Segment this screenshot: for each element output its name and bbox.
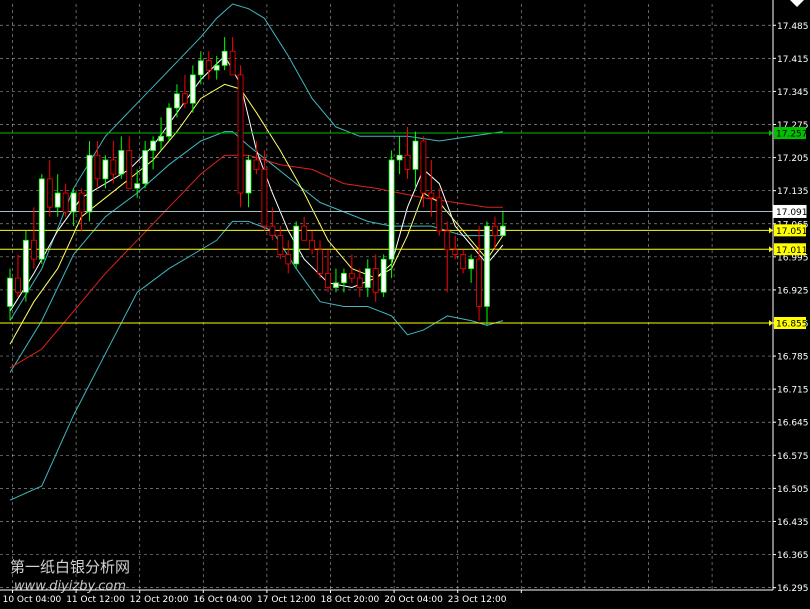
candle-body[interactable] (301, 225, 308, 241)
candle-body[interactable] (468, 258, 475, 270)
y-tick-label: 16.645 (777, 419, 809, 429)
candle-body[interactable] (54, 192, 61, 208)
candle-body[interactable] (333, 282, 339, 288)
candle-body[interactable] (15, 277, 21, 293)
candle-body[interactable] (70, 192, 77, 213)
candle-body[interactable] (325, 272, 331, 288)
candle-body[interactable] (205, 60, 212, 71)
y-tick-label: 16.505 (777, 485, 809, 495)
candle-body[interactable] (237, 74, 244, 194)
candle-body[interactable] (380, 258, 387, 293)
candle-body[interactable] (126, 150, 133, 189)
candle-body[interactable] (356, 277, 363, 288)
y-tick-label: 17.415 (777, 55, 809, 65)
watermark-url: www.diyizby.com (14, 579, 126, 594)
candle-body[interactable] (150, 140, 157, 151)
y-tick-label: 17.345 (777, 88, 809, 98)
y-tick-label: 16.365 (777, 551, 809, 561)
y-tick-label: 16.575 (777, 452, 809, 462)
candle-body[interactable] (110, 159, 117, 175)
candle-body[interactable] (86, 154, 93, 213)
candle-body[interactable] (94, 154, 101, 180)
x-tick-label: 18 Oct 20:00 (321, 595, 380, 605)
y-tick-label: 16.295 (777, 584, 809, 594)
watermark-title: 第一纸白银分析网 (10, 558, 130, 576)
candle-body[interactable] (269, 225, 276, 236)
candle-body[interactable] (492, 225, 498, 236)
candle-body[interactable] (476, 258, 482, 307)
y-tick-label: 17.485 (777, 22, 809, 32)
price-chart[interactable]: 17.48517.41517.34517.27517.20517.13517.0… (0, 0, 810, 609)
candle-body[interactable] (189, 74, 196, 104)
candle-body[interactable] (221, 50, 228, 66)
candle-body[interactable] (428, 192, 435, 199)
candle-body[interactable] (22, 239, 29, 293)
candle-body[interactable] (420, 140, 427, 194)
x-tick-label: 11 Oct 12:00 (66, 595, 125, 605)
candle-body[interactable] (213, 65, 220, 71)
candle-body[interactable] (317, 249, 323, 274)
candle-body[interactable] (412, 140, 419, 170)
candle-body[interactable] (444, 230, 451, 251)
candle-body[interactable] (460, 254, 467, 270)
y-tick-label: 16.715 (777, 386, 809, 396)
candle-body[interactable] (340, 272, 347, 284)
candle-body[interactable] (277, 235, 284, 255)
candle-body[interactable] (364, 268, 371, 288)
candle-body[interactable] (293, 225, 300, 265)
candle-body[interactable] (166, 107, 172, 137)
x-tick-label: 17 Oct 12:00 (257, 595, 316, 605)
x-tick-label: 12 Oct 20:00 (130, 595, 189, 605)
candle-body[interactable] (62, 192, 69, 213)
y-tick-label: 17.135 (777, 187, 809, 197)
candle-body[interactable] (142, 150, 149, 184)
x-tick-label: 16 Oct 04:00 (193, 595, 252, 605)
candle-body[interactable] (484, 225, 490, 307)
level-tag-label: 17.011 (776, 246, 808, 256)
candle-body[interactable] (134, 183, 141, 189)
candle-body[interactable] (436, 197, 443, 232)
candle-body[interactable] (261, 169, 268, 227)
x-tick-label: 20 Oct 04:00 (384, 595, 443, 605)
candle-body[interactable] (102, 159, 109, 180)
candle-body[interactable] (499, 225, 506, 236)
y-tick-label: 16.925 (777, 286, 809, 296)
y-tick-label: 16.435 (777, 518, 809, 528)
candle-body[interactable] (229, 50, 236, 76)
candle-body[interactable] (118, 150, 125, 175)
candle-body[interactable] (7, 277, 13, 307)
x-tick-label: 10 Oct 04:00 (3, 595, 62, 605)
candle-body[interactable] (197, 60, 204, 76)
candle-body[interactable] (181, 93, 188, 104)
level-tag-label: 16.855 (776, 319, 808, 329)
candle-body[interactable] (30, 239, 37, 260)
candle-body[interactable] (348, 272, 355, 279)
candle-body[interactable] (388, 159, 395, 260)
candle-body[interactable] (452, 249, 459, 255)
x-tick-label: 23 Oct 12:00 (448, 595, 507, 605)
y-tick-label: 17.205 (777, 154, 809, 164)
candle-body[interactable] (78, 192, 85, 213)
y-tick-label: 16.785 (777, 353, 809, 363)
candle-body[interactable] (404, 154, 411, 170)
candle-body[interactable] (372, 268, 379, 293)
level-tag-label: 17.257 (776, 130, 808, 140)
candle-body[interactable] (245, 159, 252, 194)
candle-body[interactable] (309, 239, 316, 251)
level-tag-label: 17.091 (776, 208, 808, 218)
candle-body[interactable] (46, 178, 53, 208)
candle-body[interactable] (174, 93, 180, 109)
candle-body[interactable] (38, 178, 45, 260)
candle-body[interactable] (253, 159, 260, 170)
candle-body[interactable] (396, 154, 403, 161)
level-tag-label: 17.051 (776, 227, 808, 237)
candle-body[interactable] (285, 254, 292, 265)
candle-body[interactable] (158, 135, 164, 142)
